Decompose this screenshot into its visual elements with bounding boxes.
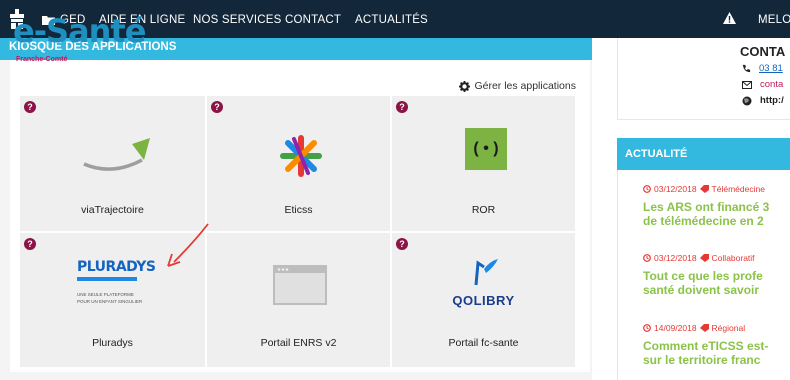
clock-icon bbox=[643, 254, 651, 262]
pluradys-tagline-2: POUR UN ENFANT SINGULIER bbox=[77, 299, 143, 304]
news-headline[interactable]: Les ARS ont financé 3 de télémédecine en… bbox=[643, 200, 769, 228]
news-headline[interactable]: Comment eTICSS est- sur le territoire fr… bbox=[643, 339, 768, 367]
app-label: ROR bbox=[471, 204, 496, 216]
app-label: Eticss bbox=[284, 204, 313, 216]
app-tile-eticss[interactable]: ? Eticss bbox=[207, 96, 391, 232]
app-label: Portail ENRS v2 bbox=[260, 337, 337, 349]
manage-apps-label: Gérer les applications bbox=[474, 80, 576, 92]
news-headline-line[interactable]: Tout ce que les profe bbox=[643, 269, 763, 283]
news-date: 03/12/2018 bbox=[654, 253, 697, 263]
globe-icon bbox=[742, 96, 752, 105]
pluradys-logo-text: PLURADYS bbox=[77, 259, 156, 275]
annotation-arrow bbox=[167, 223, 209, 267]
esante-logo: e-Santé bbox=[13, 12, 146, 50]
nav-contact[interactable]: CONTACT bbox=[285, 14, 341, 26]
nav-nos-services[interactable]: NOS SERVICES bbox=[193, 14, 281, 26]
help-icon[interactable]: ? bbox=[24, 238, 36, 250]
news-tag[interactable]: Régional bbox=[712, 323, 746, 333]
contact-phone[interactable]: 03 81 bbox=[742, 63, 783, 74]
user-menu[interactable]: MELO bbox=[758, 14, 790, 26]
manage-apps-link[interactable]: Gérer les applications bbox=[459, 80, 576, 92]
app-label: Portail fc-sante bbox=[448, 337, 519, 349]
news-headline-line[interactable]: santé doivent savoir bbox=[643, 283, 763, 297]
news-meta: 03/12/2018 Collaboratif bbox=[643, 253, 755, 263]
contact-phone-value[interactable]: 03 81 bbox=[759, 63, 783, 74]
warning-icon[interactable] bbox=[723, 12, 736, 24]
nav-actualites[interactable]: ACTUALITÉS bbox=[355, 14, 428, 26]
help-icon[interactable]: ? bbox=[211, 101, 223, 113]
tag-icon bbox=[699, 185, 709, 193]
pluradys-logo: PLURADYS UNE SEULE PLATEFORME POUR UN EN… bbox=[77, 259, 156, 319]
help-icon[interactable]: ? bbox=[396, 238, 408, 250]
app-grid: ? viaTrajectoire ? Eticss ? (•) ROR ? … bbox=[20, 96, 576, 368]
contact-email-value[interactable]: conta bbox=[760, 79, 783, 90]
app-tile-ror[interactable]: ? ( • ) ROR bbox=[392, 96, 576, 232]
browser-window-icon bbox=[273, 265, 327, 305]
contact-email[interactable]: conta bbox=[742, 79, 783, 90]
help-icon[interactable]: ? bbox=[396, 101, 408, 113]
help-icon[interactable]: ? bbox=[24, 101, 36, 113]
app-label: viaTrajectoire bbox=[81, 204, 144, 216]
pluradys-tagline-1: UNE SEULE PLATEFORME bbox=[77, 292, 134, 297]
clock-icon bbox=[643, 324, 651, 332]
app-label: Pluradys bbox=[92, 337, 133, 349]
phone-icon bbox=[742, 64, 751, 73]
contact-web[interactable]: http:/ bbox=[742, 95, 784, 106]
esante-logo-sub: Franche-Comté bbox=[16, 56, 68, 63]
clock-icon bbox=[643, 185, 651, 193]
eticss-logo bbox=[280, 135, 322, 177]
news-meta: 14/09/2018 Régional bbox=[643, 323, 745, 333]
news-headline-line[interactable]: sur le territoire franc bbox=[643, 353, 768, 367]
viatrajectoire-logo bbox=[83, 138, 150, 171]
tag-icon bbox=[699, 254, 709, 262]
app-tile-portail-fc-sante[interactable]: ? QOLIBRY Portail fc-sante bbox=[392, 233, 576, 368]
news-tag[interactable]: Télémédecine bbox=[712, 184, 765, 194]
contact-web-value[interactable]: http:/ bbox=[760, 95, 784, 106]
contact-title: CONTA bbox=[740, 44, 786, 59]
news-headline-line[interactable]: Comment eTICSS est- bbox=[643, 339, 768, 353]
news-headline-line[interactable]: de télémédecine en 2 bbox=[643, 214, 769, 228]
qolibry-logo: QOLIBRY bbox=[452, 293, 515, 308]
news-headline[interactable]: Tout ce que les profe santé doivent savo… bbox=[643, 269, 763, 297]
news-date: 03/12/2018 bbox=[654, 184, 697, 194]
qolibry-bird-icon bbox=[474, 259, 498, 286]
news-headline-line[interactable]: Les ARS ont financé 3 bbox=[643, 200, 769, 214]
app-tile-viatrajectoire[interactable]: ? viaTrajectoire bbox=[20, 96, 206, 232]
kiosk-panel: Gérer les applications ? viaTrajectoire … bbox=[10, 60, 590, 372]
news-tag[interactable]: Collaboratif bbox=[712, 253, 755, 263]
news-title: ACTUALITÉ bbox=[625, 148, 688, 160]
envelope-icon bbox=[742, 80, 752, 89]
tag-icon bbox=[699, 324, 709, 332]
news-date: 14/09/2018 bbox=[654, 323, 697, 333]
ror-logo: ( • ) bbox=[465, 128, 507, 170]
app-tile-portail-enrs[interactable]: Portail ENRS v2 bbox=[207, 233, 391, 368]
news-meta: 03/12/2018 Télémédecine bbox=[643, 184, 765, 194]
gear-icon bbox=[459, 80, 471, 92]
